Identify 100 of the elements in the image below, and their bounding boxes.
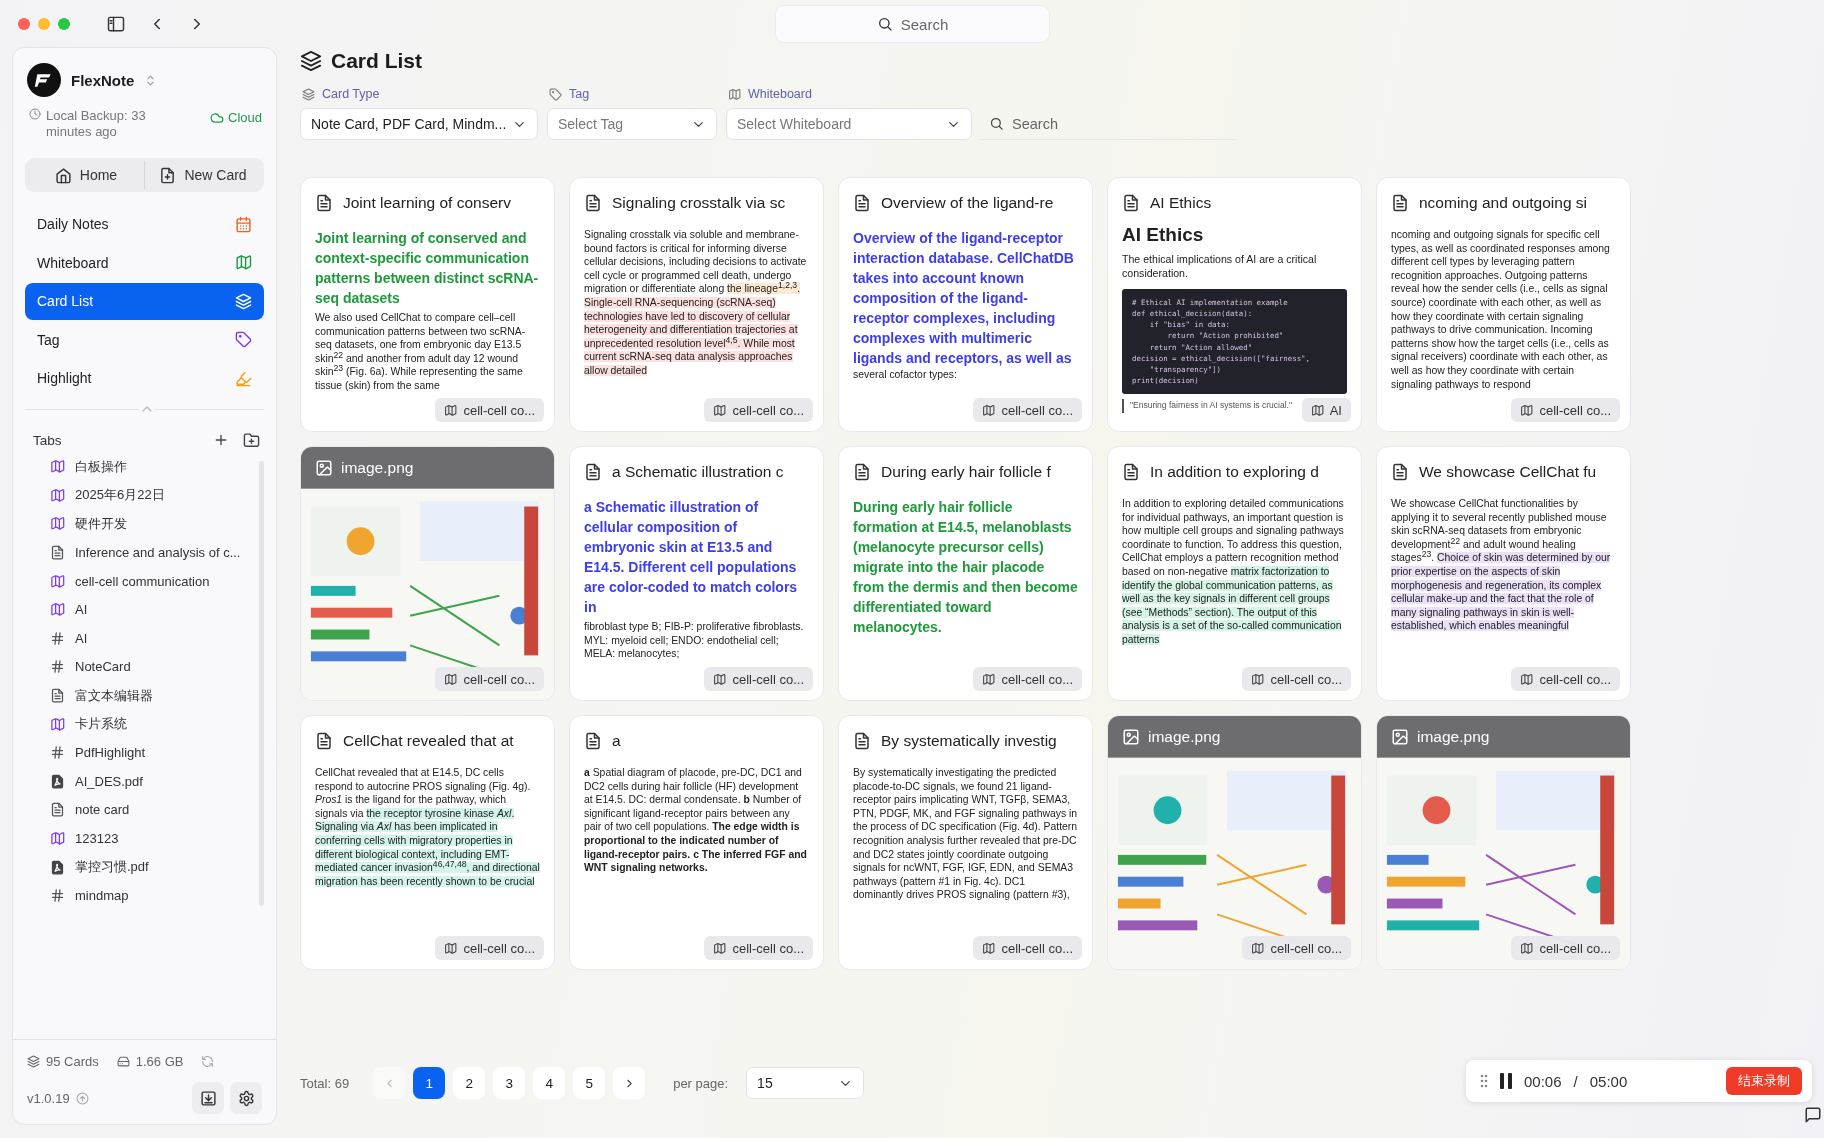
drag-handle-icon[interactable] [1480,1074,1488,1088]
nav-item[interactable]: Highlight [25,360,264,397]
card-text: Joint learning of conserved and context-specific communication patterns between distinct scRNA-seq datasets We also used CellChat to compare cell–cell communication patterns between two scRNA-seq datasets, one from embryonic day E13.5 skin$^{22}$ and another from adult day 12 wound skin$^{23}$ (Fig. 6a). While representing the same tissue (skin) from the same [315,229,540,393]
note-card[interactable] [1107,446,1362,701]
tab-item[interactable]: 123123 [75,831,119,846]
elapsed-time: 00:06 [1524,1072,1562,1090]
page-button[interactable]: 1 [413,1067,446,1099]
note-card[interactable] [300,715,555,970]
cloud-icon [210,110,225,125]
nav-item[interactable]: Daily Notes [25,206,264,243]
tab-item[interactable]: 白板操作 [75,457,127,476]
whiteboard-chip[interactable]: cell-cell co... [704,398,813,422]
whiteboard-chip[interactable]: cell-cell co... [1242,936,1351,960]
whiteboard-chip[interactable]: cell-cell co... [435,667,544,691]
search-field[interactable]: Search [775,5,1050,43]
nav-item[interactable]: Whiteboard [25,244,264,281]
whiteboard-chip[interactable]: cell-cell co... [704,667,813,691]
tab-item[interactable]: AI_DES.pdf [75,773,143,789]
note-card[interactable] [1376,177,1631,432]
nav-item[interactable]: Tag [25,321,264,358]
document-icon [315,732,333,750]
tab-item[interactable]: AI [75,630,88,646]
filter-select[interactable]: Select Tag [547,108,717,140]
tab-item[interactable]: mindmap [75,888,129,904]
note-card[interactable] [569,446,824,701]
tab-item[interactable]: Inference and analysis of c... [75,545,241,561]
whiteboard-chip[interactable]: cell-cell co... [704,936,813,960]
map-icon [982,403,996,417]
tab-item[interactable]: cell-cell communication [75,573,210,589]
map-icon [50,831,65,846]
per-page-select[interactable]: 15 [746,1067,865,1099]
new-folder-icon[interactable] [243,431,260,449]
note-card[interactable] [300,177,555,432]
tab-item[interactable]: AI [75,602,88,618]
home-button[interactable]: Home [28,161,144,189]
per-page-label: per page: [673,1075,729,1091]
home-icon [54,166,72,184]
pdf-file-icon [50,773,65,789]
card-title: We showcase CellChat fu [1419,463,1597,481]
whiteboard-chip[interactable]: cell-cell co... [1511,398,1620,422]
page-button[interactable]: 5 [573,1067,606,1099]
whiteboard-chip[interactable]: cell-cell co... [973,667,1082,691]
whiteboard-chip[interactable]: cell-cell co... [435,936,544,960]
storage-size: 1.66 GB [135,1054,184,1069]
whiteboard-chip[interactable]: cell-cell co... [1511,667,1620,691]
import-button[interactable] [192,1082,224,1114]
card-text: ncoming and outgoing signals for specific cell types, as well as coordinated responses among different cell types by leveraging pattern recognition approaches. Outgoing patterns reveal how the sender cells (i.e., cells as signal source) coordinate with each other, as well as how they coordinate with certain signaling pathways to drive communication. Incoming patterns show how the target cells (i.e., cells as signal receivers) coordinate with each other, as well as how they coordinate with certain signaling pathways to respond [1391,228,1611,392]
tab-item[interactable]: 卡片系统 [75,715,127,734]
page-button[interactable]: 4 [533,1067,566,1099]
document-icon [50,802,65,818]
whiteboard-chip[interactable]: cell-cell co... [1511,936,1620,960]
map-icon [713,403,727,417]
image-card[interactable]: image.png cell-cell co... [1107,715,1362,970]
stop-recording-button[interactable]: 结束录制 [1726,1067,1802,1095]
map-icon [50,573,65,589]
card-search-field[interactable]: Search [981,108,1237,140]
card-count: 95 Cards [46,1054,99,1069]
tab-item[interactable]: 2025年6月22日 [75,486,165,505]
settings-button[interactable] [230,1082,262,1114]
add-icon[interactable] [213,432,229,448]
filter-select[interactable]: Select Whiteboard [726,108,972,140]
note-card[interactable] [1376,446,1631,701]
card-title: Overview of the ligand-re [881,194,1054,212]
tab-item[interactable]: PdfHighlight [75,745,146,761]
tab-item[interactable]: NoteCard [75,659,131,675]
search-icon [989,116,1004,131]
image-card[interactable]: image.png cell-cell co... [1376,715,1631,970]
nav-item[interactable]: Card List [25,283,264,320]
pause-icon[interactable] [1500,1073,1512,1089]
image-card[interactable]: image.png cell-cell co... [300,446,555,701]
whiteboard-chip[interactable]: cell-cell co... [973,398,1082,422]
map-icon [50,716,65,732]
note-card[interactable] [838,177,1093,432]
card-text: a Schematic illustration of cellular composition of embryonic skin at E13.5 and E14.5. Different cell populations are color-coded to match colors in fibroblast type B; FIB-P: proliferative fibroblasts. MYL: myeloid cell; ENDO: endothelial cell; MELA: melanocytes; [584,498,805,661]
new-card-button[interactable]: New Card [144,161,261,189]
chat-icon[interactable] [1804,1106,1822,1124]
document-icon [584,194,602,212]
close-window-button[interactable] [18,17,30,30]
card-title: image.png [1148,728,1221,746]
whiteboard-chip[interactable]: cell-cell co... [973,936,1082,960]
page-button[interactable]: 3 [493,1067,526,1099]
document-icon [1122,194,1140,212]
note-card[interactable] [838,715,1093,970]
cloud-status[interactable]: Cloud [228,110,262,125]
filter-select[interactable]: Note Card, PDF Card, Mindm... [300,108,538,140]
note-card[interactable] [569,177,824,432]
card-title: In addition to exploring d [1150,463,1319,481]
whiteboard-chip[interactable]: cell-cell co... [1242,667,1351,691]
note-card[interactable] [569,715,824,970]
tab-item[interactable]: 掌控习惯.pdf [75,858,149,877]
tab-item[interactable]: 硬件开发 [75,515,127,533]
whiteboard-chip[interactable]: AI [1301,398,1351,422]
page-button[interactable]: 2 [453,1067,486,1099]
tab-item[interactable]: note card [75,802,130,818]
map-icon [235,254,252,272]
document-icon [1391,194,1409,212]
note-card[interactable] [1107,177,1362,432]
whiteboard-chip[interactable]: cell-cell co... [435,398,544,422]
tab-item[interactable]: 富文本编辑器 [75,686,153,705]
card-title: a [612,732,621,750]
